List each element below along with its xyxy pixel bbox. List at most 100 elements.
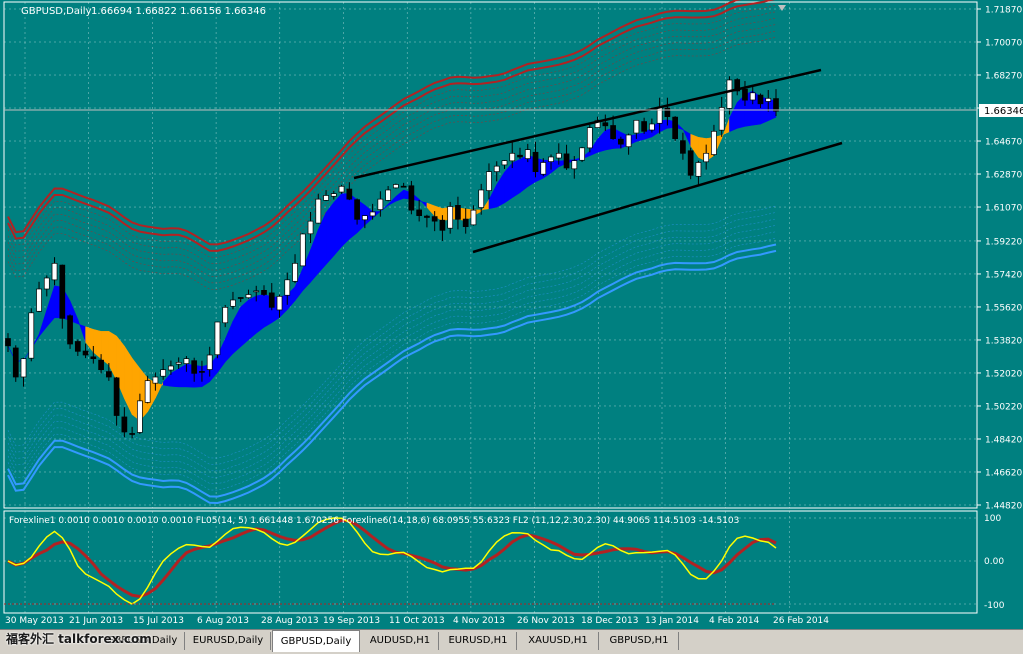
ribbon-segment-up — [341, 193, 350, 248]
ribbon-segment-down — [155, 381, 164, 399]
candle-body — [253, 290, 260, 293]
ribbon-segment-up — [550, 159, 560, 174]
candle-body — [765, 97, 772, 102]
candle-body — [98, 359, 104, 371]
price-axis-label: 1.44820 — [985, 502, 1022, 512]
candle-body — [400, 185, 407, 188]
candle-body — [323, 195, 329, 201]
candle-body — [742, 88, 748, 101]
upper-band-line — [7, 11, 777, 265]
price-axis-label: 1.48420 — [985, 435, 1022, 445]
candle-body — [579, 147, 585, 161]
candle-body — [408, 185, 415, 211]
tab-eurusd-daily[interactable]: EURUSD,Daily — [186, 632, 271, 650]
indicator-panel-frame — [3, 510, 978, 614]
ribbon-segment-up — [248, 295, 257, 341]
tab-xauusd-h1[interactable]: XAUUSD,H1 — [518, 632, 599, 650]
candle-body — [672, 116, 679, 139]
ribbon-segment-down — [85, 326, 94, 353]
candle-body — [586, 127, 593, 149]
watermark: 福客外汇 talkforex.com — [6, 632, 152, 646]
candle-body — [129, 433, 135, 435]
ribbon-segment-up — [496, 171, 505, 208]
candle-body — [74, 341, 81, 352]
ribbon-segment-up — [395, 189, 404, 202]
candle-body — [245, 294, 252, 299]
current-price-label: 1.66346 — [979, 104, 1023, 117]
price-chart[interactable]: 1.718701.700701.682701.664701.646701.628… — [0, 0, 1023, 629]
time-axis-label: 6 Aug 2013 — [197, 616, 249, 626]
price-axis-label: 1.70070 — [985, 39, 1022, 49]
indicator-axis-label: 0.00 — [984, 557, 1004, 567]
price-axis-label: 1.46620 — [985, 468, 1022, 478]
tab-gbpusd-daily-active[interactable]: GBPUSD,Daily — [272, 630, 360, 652]
candle-body — [726, 79, 733, 109]
candle-body — [299, 233, 306, 267]
candle-body — [416, 209, 423, 217]
tab-gbpusd-h1[interactable]: GBPUSD,H1 — [600, 632, 679, 650]
price-axis-label: 1.52020 — [985, 369, 1022, 379]
ribbon-segment-up — [325, 201, 335, 266]
candle-body — [206, 354, 213, 370]
candle-body — [718, 107, 725, 131]
candle-body — [424, 215, 430, 218]
candle-body — [431, 216, 438, 222]
ribbon-segment-up — [38, 309, 48, 338]
time-axis-label: 28 Aug 2013 — [261, 616, 319, 626]
ribbon-segment-up — [240, 299, 249, 348]
candle-body — [377, 198, 384, 210]
candle-body — [455, 205, 461, 220]
indicator-axis-label: 100 — [984, 514, 1001, 524]
ma-ribbon — [7, 90, 777, 422]
candle-body — [524, 149, 531, 159]
time-axis-label: 13 Jan 2014 — [645, 616, 699, 626]
candle-body — [493, 165, 500, 172]
candle-body — [478, 189, 485, 208]
candle-body — [711, 130, 717, 155]
candle-body — [36, 288, 42, 312]
candle-body — [199, 371, 205, 373]
price-axis-label: 1.68270 — [985, 72, 1022, 82]
time-axis: 30 May 2013 21 Jun 2013 15 Jul 2013 6 Aug 2… — [5, 616, 829, 626]
candle-body — [687, 150, 694, 176]
candle-body — [284, 279, 291, 296]
current-price-value: 1.66346 — [984, 106, 1023, 117]
candle-body — [346, 188, 353, 200]
price-axis: 1.718701.700701.682701.664701.646701.628… — [977, 6, 1022, 512]
ribbon-segment-up — [504, 162, 513, 204]
ribbon-segment-up — [77, 319, 86, 343]
candle-body — [168, 365, 174, 371]
candle-body — [470, 209, 477, 226]
candle-body — [555, 152, 562, 159]
candle-body — [28, 312, 35, 359]
candle-body — [532, 151, 539, 172]
indicator-axis-label: -100 — [984, 601, 1005, 611]
candle-body — [268, 292, 275, 308]
candle-body — [59, 264, 66, 319]
indicator-label: Forexline1 0.0010 0.0010 0.0010 0.0010 F… — [9, 516, 739, 526]
price-axis-label: 1.64670 — [985, 138, 1022, 148]
upper-band-line — [7, 17, 777, 271]
ribbon-segment-up — [232, 306, 241, 355]
candle-body — [183, 358, 190, 364]
price-axis-label: 1.57420 — [985, 270, 1022, 280]
ribbon-segment-up — [310, 229, 319, 283]
ribbon-segment-up — [255, 294, 265, 334]
candle-body — [160, 369, 167, 377]
ribbon-segment-up — [46, 285, 55, 328]
candle-body — [501, 160, 508, 166]
price-axis-label: 1.50220 — [985, 402, 1022, 412]
symbol-label: GBPUSD,Daily — [21, 6, 92, 17]
candle-body — [617, 138, 624, 145]
candle-body — [773, 98, 779, 112]
tab-audusd-h1[interactable]: AUDUSD,H1 — [362, 632, 439, 650]
candle-body — [67, 315, 73, 345]
candle-body — [121, 416, 128, 433]
tab-eurusd-h1[interactable]: EURUSD,H1 — [440, 632, 517, 650]
ribbon-segment-up — [333, 192, 342, 257]
candle-body — [361, 215, 368, 221]
candle-body — [230, 299, 236, 307]
time-axis-label: 30 May 2013 — [5, 616, 64, 626]
candle-body — [105, 371, 112, 378]
triangle-down-icon[interactable] — [778, 5, 786, 11]
